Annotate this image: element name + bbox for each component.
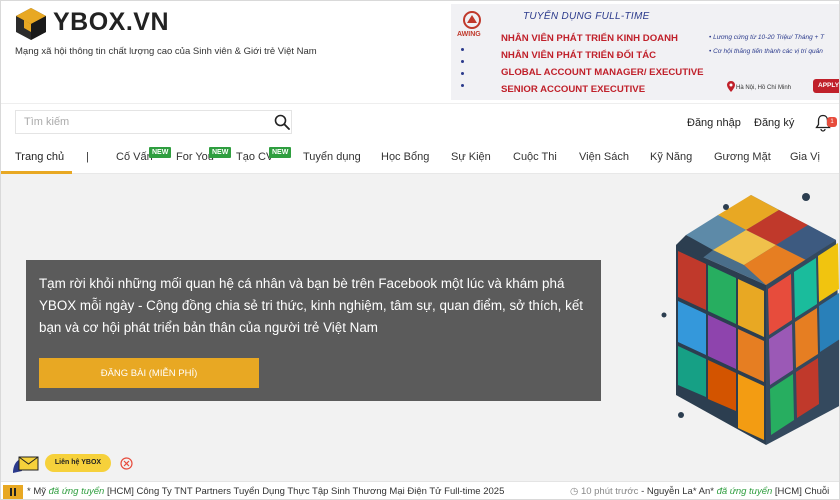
nav-item-advisor[interactable]: Cố Vấn [116,151,153,163]
banner-job: SENIOR ACCOUNT EXECUTIVE [501,84,646,95]
nav-active-indicator [1,171,72,174]
ticker-job: [HCM] Chuỗi [774,486,830,497]
banner-job: GLOBAL ACCOUNT MANAGER/ EXECUTIVE [501,67,704,78]
main-nav: Trang chủ | Cố Vấn NEW For You NEW Tạo C… [1,141,839,174]
new-badge: NEW [149,147,172,158]
rubik-cube-illustration [661,193,839,445]
site-logo-text[interactable]: YBOX.VN [53,8,169,37]
ybox-logo-icon[interactable] [15,7,47,41]
nav-item-faces[interactable]: Gương Mặt [714,151,771,163]
search-input[interactable] [16,111,266,133]
ticker-entry[interactable]: ◷ 10 phút trước - Nguyễn La* An* đã ứng … [570,482,830,499]
hero-description: Tạm rời khỏi những mối quan hệ cá nhân v… [39,276,583,335]
nav-item-scholarship[interactable]: Học Bổng [381,151,429,163]
nav-item-spice[interactable]: Gia Vị [790,151,820,163]
ticker-pause-icon[interactable] [3,485,23,499]
login-link[interactable]: Đăng nhập [687,117,741,129]
search-icon[interactable] [274,114,290,130]
banner-job: NHÂN VIÊN PHÁT TRIỂN KINH DOANH [501,33,678,44]
nav-item-home[interactable]: Trang chủ [15,151,64,163]
banner-job: NHÂN VIÊN PHÁT TRIỂN ĐỐI TÁC [501,50,657,61]
clock-icon: ◷ [570,486,579,497]
page-frame: YBOX.VN Mạng xã hội thông tin chất lượng… [0,0,840,500]
ticker-job: [HCM] Công Ty TNT Partners Tuyển Dụng Th… [106,486,505,497]
register-link[interactable]: Đăng ký [754,117,794,129]
banner-location: Hà Nội, Hồ Chí Minh [736,85,792,91]
new-badge: NEW [209,147,232,158]
nav-item-books[interactable]: Viện Sách [579,151,629,163]
awing-logo-icon [463,11,481,29]
banner-job-list: NHÂN VIÊN PHÁT TRIỂN KINH DOANH NHÂN VIÊ… [501,30,704,98]
banner-dots [461,48,464,96]
close-icon[interactable] [120,457,133,470]
banner-dot [461,72,464,75]
search-bar-row: Đăng nhập Đăng ký 1 [1,103,839,141]
search-box [15,110,292,134]
banner-apply-button[interactable]: APPLY [813,79,839,93]
ticker-user: - Nguyễn La* An* [641,486,714,497]
site-header: YBOX.VN Mạng xã hội thông tin chất lượng… [1,1,839,103]
nav-item-skills[interactable]: Kỹ Năng [650,151,692,163]
contact-button[interactable]: Liên hệ YBOX [45,454,111,472]
nav-item-events[interactable]: Sự Kiện [451,151,491,163]
nav-item-create-cv[interactable]: Tạo CV [236,151,273,163]
hero-section: Tạm rời khỏi những mối quan hệ cá nhân v… [1,175,839,481]
banner-perk: • Lương cứng từ 10-20 Triệu/ Tháng + T [709,34,825,41]
nav-item-recruitment[interactable]: Tuyển dụng [303,151,361,163]
banner-heading: TUYỂN DỤNG FULL-TIME [523,11,650,22]
job-ad-banner[interactable]: AWING TUYỂN DỤNG FULL-TIME NHÂN VIÊN PHÁ… [451,4,839,100]
banner-dot [461,60,464,63]
ticker-entry[interactable]: * Mỹ đã ứng tuyển [HCM] Công Ty TNT Part… [27,482,505,499]
banner-dot [461,48,464,51]
ticker-action: đã ứng tuyển [48,486,105,497]
contact-mail-icon[interactable] [10,449,40,479]
ticker-action: đã ứng tuyển [716,486,773,497]
nav-item-contests[interactable]: Cuộc Thi [513,151,557,163]
post-article-button[interactable]: ĐĂNG BÀI (MIỄN PHÍ) [39,358,259,388]
notification-badge: 1 [827,117,837,127]
hero-card: Tạm rời khỏi những mối quan hệ cá nhân v… [26,260,601,401]
site-tagline: Mạng xã hội thông tin chất lượng cao của… [15,46,317,57]
banner-dot [461,84,464,87]
banner-brand: AWING [457,31,481,38]
new-badge: NEW [269,147,292,158]
ticker-user: * Mỹ [27,486,46,497]
ticker-time: 10 phút trước [580,486,639,497]
location-pin-icon [727,81,735,92]
nav-separator: | [86,151,89,163]
banner-perk: • Cơ hội thăng tiến thành các vị trí quả… [709,48,823,55]
activity-ticker: * Mỹ đã ứng tuyển [HCM] Công Ty TNT Part… [1,481,839,499]
